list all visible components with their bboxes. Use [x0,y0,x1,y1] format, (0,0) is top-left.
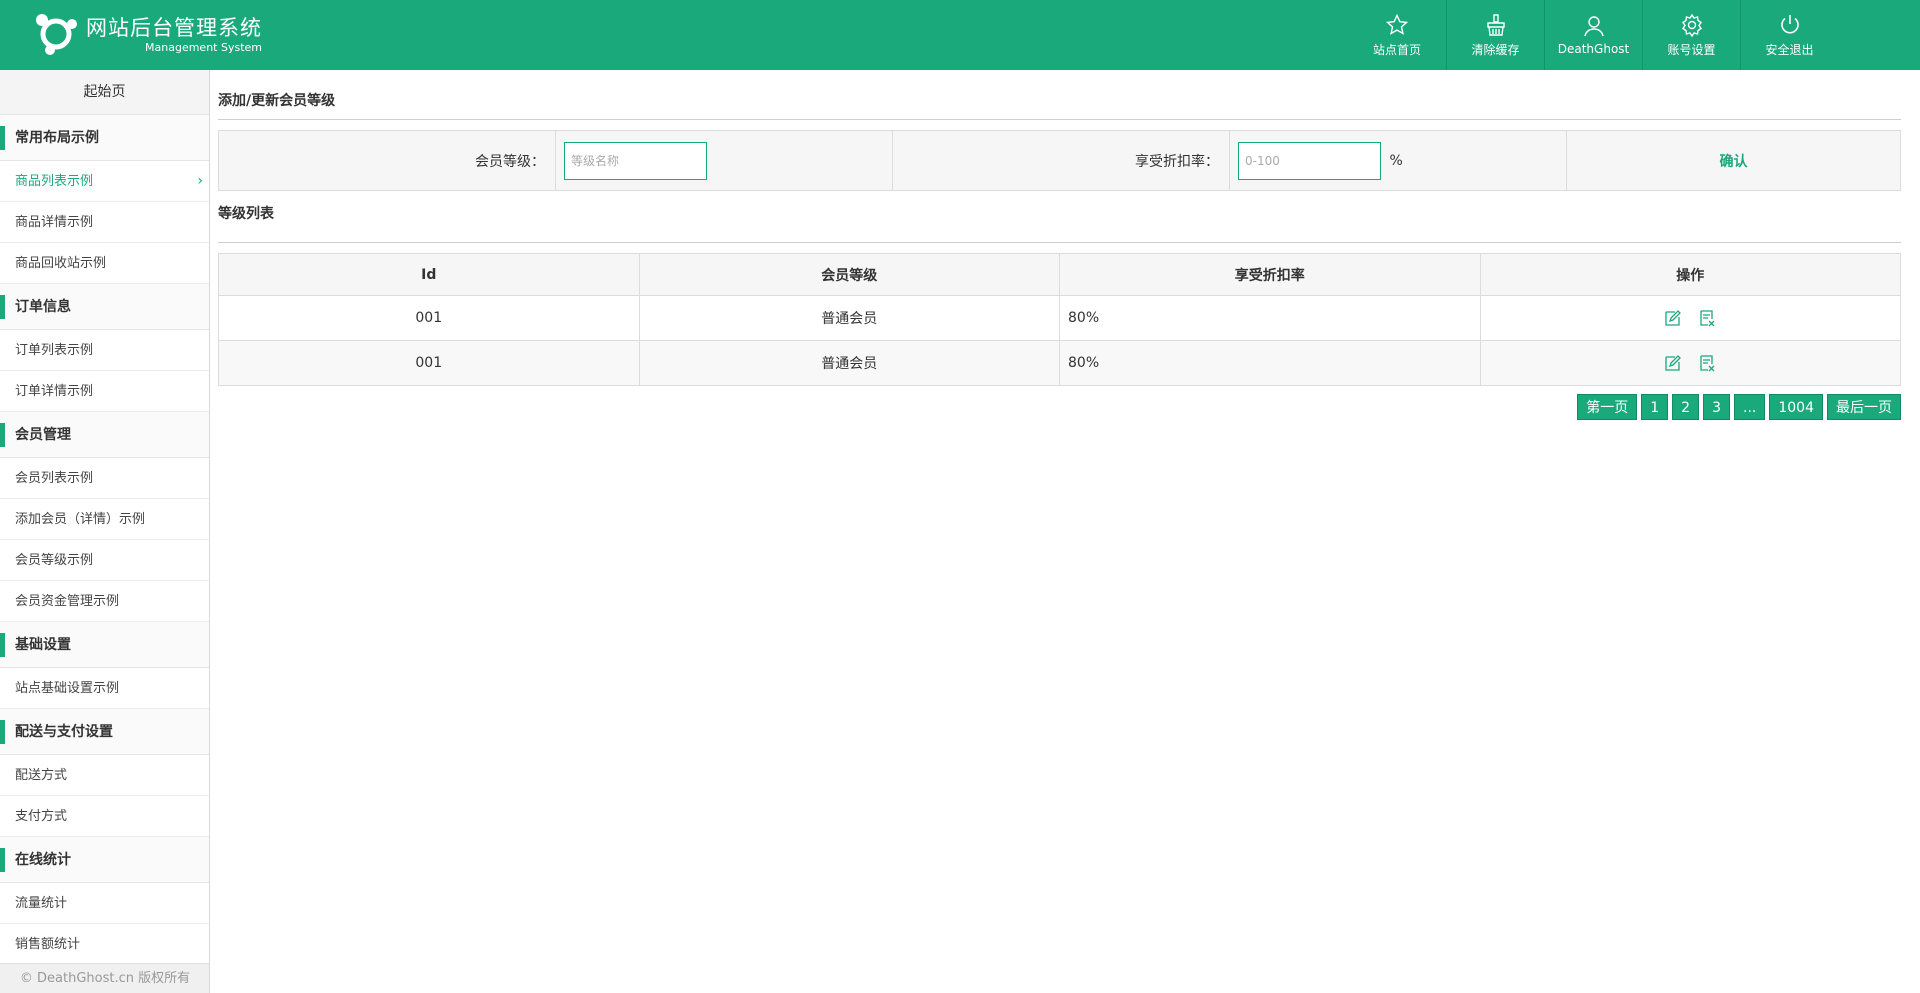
sidebar-item-member-list[interactable]: 会员列表示例 [0,458,209,499]
cell-level: 普通会员 [638,340,1060,386]
sidebar-item-sales[interactable]: 销售额统计 [0,924,209,965]
list-title: 等级列表 [218,193,1901,243]
nav-label: 清除缓存 [1471,42,1520,57]
confirm-button[interactable]: 确认 [1566,130,1901,191]
pagination: 第一页 1 2 3 ... 1004 最后一页 [218,394,1901,420]
page-1004-button[interactable]: 1004 [1769,394,1823,420]
sidebar-item-product-list[interactable]: 商品列表示例 › [0,161,209,202]
chevron-right-icon: › [197,173,203,189]
cell-level: 普通会员 [638,295,1060,341]
level-label: 会员等级： [218,130,556,191]
nav-label: 安全退出 [1765,42,1814,57]
edit-icon[interactable] [1664,354,1682,372]
page-1-button[interactable]: 1 [1641,394,1669,420]
sidebar-group-delivery[interactable]: 配送与支付设置 [0,709,209,755]
cell-actions [1479,340,1901,386]
sidebar-group-stats[interactable]: 在线统计 [0,837,209,883]
level-form: 会员等级： 享受折扣率： % 确认 [218,130,1901,191]
main-content: 添加/更新会员等级 会员等级： 享受折扣率： % 确认 等级列表 Id 会员等级… [218,70,1901,420]
column-header-id: Id [218,253,640,296]
sidebar-footer: © DeathGhost.cn 版权所有 [0,963,209,993]
nav-label: 站点首页 [1372,42,1421,57]
sidebar-item-product-recycle[interactable]: 商品回收站示例 [0,243,209,284]
nav-clear-cache[interactable]: 清除缓存 [1446,0,1544,70]
sidebar-item-site-settings[interactable]: 站点基础设置示例 [0,668,209,709]
column-header-actions: 操作 [1479,253,1901,296]
sidebar-group-basic[interactable]: 基础设置 [0,622,209,668]
star-icon [1385,13,1409,35]
nav-site-home[interactable]: 站点首页 [1348,0,1446,70]
nav-label: DeathGhost [1557,42,1630,56]
sidebar-item-product-detail[interactable]: 商品详情示例 [0,202,209,243]
cell-actions [1479,295,1901,341]
sidebar-item-order-list[interactable]: 订单列表示例 [0,330,209,371]
gear-icon [1681,13,1702,37]
sidebar-item-order-detail[interactable]: 订单详情示例 [0,371,209,412]
table-row: 001 普通会员 80% [218,295,1901,341]
level-table: Id 会员等级 享受折扣率 操作 001 普通会员 80% 001 普通会员 8… [218,253,1901,386]
level-name-input[interactable] [564,141,707,180]
sidebar-group-layout[interactable]: 常用布局示例 [0,115,209,161]
sidebar-item-member-add[interactable]: 添加会员（详情）示例 [0,499,209,540]
nav-label: 账号设置 [1667,42,1716,57]
cell-id: 001 [218,295,640,341]
form-title: 添加/更新会员等级 [218,70,1901,120]
nav-logout[interactable]: 安全退出 [1740,0,1838,70]
cell-discount: 80% [1059,295,1481,341]
logo-icon [36,14,77,55]
broom-icon [1486,13,1505,36]
app-title: 网站后台管理系统 [86,15,262,40]
sidebar-item-label: 商品列表示例 [15,174,94,189]
column-header-discount: 享受折扣率 [1059,253,1481,296]
sidebar-group-orders[interactable]: 订单信息 [0,284,209,330]
discount-input[interactable] [1238,141,1381,180]
sidebar-item-member-funds[interactable]: 会员资金管理示例 [0,581,209,622]
top-header: 网站后台管理系统 Management System 站点首页 清除缓存 Dea… [0,0,1920,70]
percent-sign: % [1389,152,1403,169]
nav-account-settings[interactable]: 账号设置 [1642,0,1740,70]
page-ellipsis[interactable]: ... [1734,394,1766,420]
sidebar-home[interactable]: 起始页 [0,70,209,115]
top-nav: 站点首页 清除缓存 DeathGhost 账号设置 安全退出 [1348,0,1838,70]
nav-user[interactable]: DeathGhost [1544,0,1642,70]
table-row: 001 普通会员 80% [218,340,1901,386]
edit-icon[interactable] [1664,309,1682,327]
discount-label: 享受折扣率： [892,130,1230,191]
sidebar-item-member-level[interactable]: 会员等级示例 [0,540,209,581]
delete-icon[interactable] [1698,354,1716,372]
page-last-button[interactable]: 最后一页 [1827,394,1901,420]
app-subtitle: Management System [145,40,262,54]
column-header-level: 会员等级 [638,253,1060,296]
sidebar: 起始页 常用布局示例 商品列表示例 › 商品详情示例 商品回收站示例 订单信息 … [0,70,210,993]
table-header-row: Id 会员等级 享受折扣率 操作 [218,253,1901,296]
sidebar-item-delivery[interactable]: 配送方式 [0,755,209,796]
delete-icon[interactable] [1698,309,1716,327]
user-icon [1583,16,1604,37]
page-2-button[interactable]: 2 [1672,394,1700,420]
sidebar-item-traffic[interactable]: 流量统计 [0,883,209,924]
page-3-button[interactable]: 3 [1703,394,1730,420]
power-icon [1780,14,1799,33]
cell-discount: 80% [1059,340,1481,386]
cell-id: 001 [218,340,640,386]
logo[interactable]: 网站后台管理系统 Management System [32,10,262,58]
sidebar-group-members[interactable]: 会员管理 [0,412,209,458]
page-first-button[interactable]: 第一页 [1577,394,1638,420]
sidebar-item-payment[interactable]: 支付方式 [0,796,209,837]
